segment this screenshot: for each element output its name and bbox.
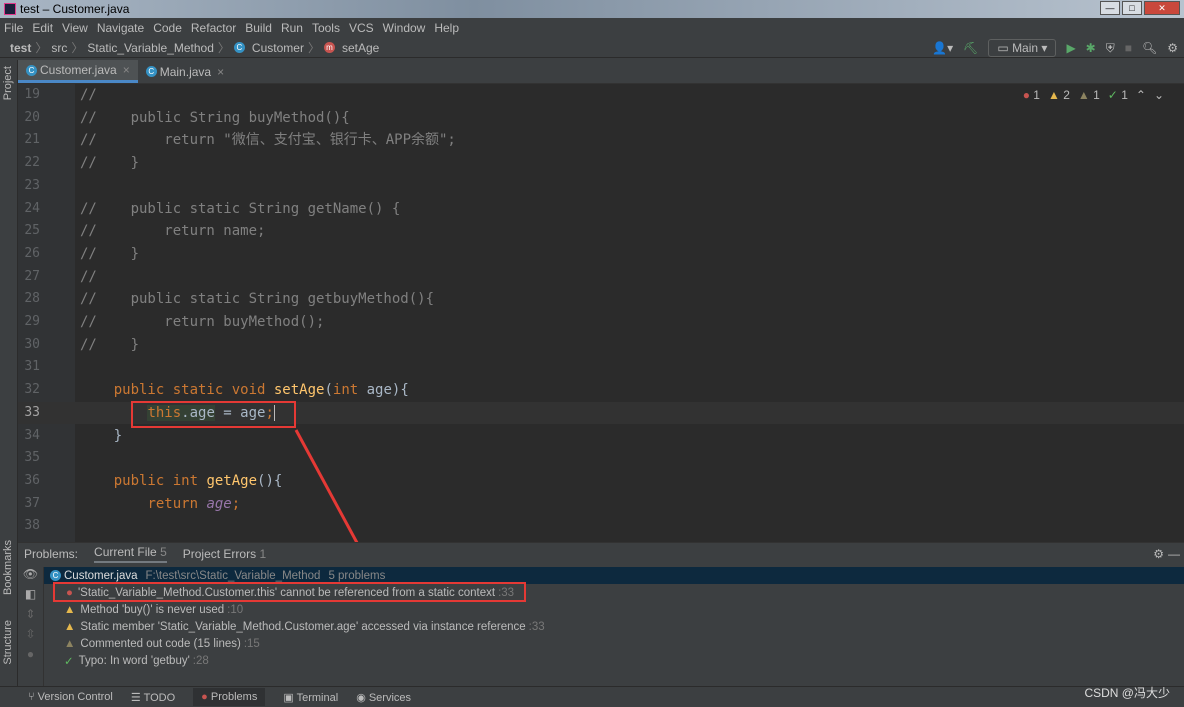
settings-gear-icon[interactable]: ⚙ [1153,547,1164,561]
problem-item[interactable]: ▲ Static member 'Static_Variable_Method.C… [44,618,1184,635]
preview-icon[interactable]: ◧ [18,587,43,607]
status-label: Services [368,691,412,704]
problem-item[interactable]: ✓ Typo: In word 'getbuy':28 [44,652,1184,669]
lightbulb-icon[interactable]: ● [18,647,43,667]
expand-all-icon[interactable]: ⇕ [18,607,43,627]
weak-warning-icon: ▲ [64,637,76,650]
status-label: Version Control [37,691,113,703]
branch-icon: ⑂ [28,691,38,703]
status-bar: ⑂ Version Control ☰ TODO ● Problems ▣ Termi… [0,686,1184,707]
status-terminal[interactable]: ▣ Terminal [283,691,338,704]
problem-text: Method 'buy()' is never used [80,603,225,616]
problem-text: Commented out code (15 lines) [80,637,241,650]
annotation-box-problem [53,582,526,602]
warning-icon: ▲ [64,620,76,633]
status-services[interactable]: ◉ Services [356,691,411,704]
eye-icon[interactable]: 👁︎ [18,567,43,587]
problem-text: Typo: In word 'getbuy' [78,654,190,667]
minimize-panel-icon[interactable]: — [1168,547,1180,561]
collapse-all-icon[interactable]: ⇳ [18,627,43,647]
status-problems[interactable]: ● Problems [193,688,266,706]
problems-panel: Problems: Current File 5 Project Errors … [18,542,1184,687]
problem-line: :10 [227,603,244,616]
tab-current-file[interactable]: Current File 5 [94,545,167,563]
error-icon: ● [201,691,211,703]
services-icon: ◉ [356,691,369,704]
tab-project-errors[interactable]: Project Errors 1 [183,547,266,561]
status-label: Terminal [296,691,339,704]
typo-icon: ✓ [64,655,74,668]
problem-text: Static member 'Static_Variable_Method.Cu… [80,620,526,633]
class-icon: C [50,570,61,581]
problem-line: :33 [528,620,545,633]
problem-item[interactable]: ▲ Method 'buy()' is never used:10 [44,601,1184,618]
list-icon: ☰ [130,691,144,704]
watermark: CSDN @冯大少 [1084,686,1170,700]
terminal-icon: ▣ [283,691,297,704]
status-label: TODO [143,691,176,704]
status-label: Problems [210,691,258,703]
warning-icon: ▲ [64,603,76,616]
status-version-control[interactable]: ⑂ Version Control [28,691,113,703]
problems-label: Problems: [24,547,79,561]
status-todo[interactable]: ☰ TODO [131,691,175,704]
problem-line: :15 [243,637,260,650]
problem-item[interactable]: ▲ Commented out code (15 lines):15 [44,635,1184,652]
problem-line: :28 [192,654,209,667]
